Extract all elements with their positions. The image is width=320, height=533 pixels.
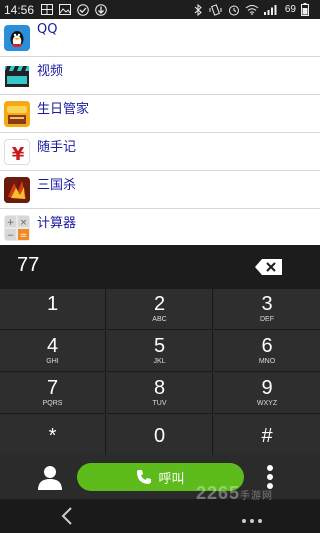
wifi-icon: [245, 3, 259, 16]
app-name: 随手记: [37, 140, 77, 155]
list-item[interactable]: ¥ 随手记: [0, 133, 320, 171]
watermark-main: 2265: [196, 483, 241, 503]
key-digit: 1: [46, 293, 59, 315]
key-digit: 9: [261, 377, 273, 399]
back-icon[interactable]: [60, 507, 74, 525]
key-digit: 3: [261, 293, 273, 315]
svg-text:×: ×: [20, 218, 28, 228]
key-digit: *: [48, 425, 57, 447]
list-item[interactable]: 视频: [0, 57, 320, 95]
calculator-icon: + × − =: [4, 215, 30, 241]
phone-icon: [137, 470, 152, 484]
navigation-bar: 2265手游网: [0, 483, 320, 533]
battery-percent: 69: [284, 4, 296, 15]
app-name: 计算器: [37, 216, 77, 231]
keypad: 1 2 ABC 3 DEF 4 GHI 5 JKL 6 MNO 7 PQRS 8 TUV 9W…: [0, 289, 320, 456]
key-digit: #: [261, 425, 273, 447]
app-name: 三国杀: [37, 178, 77, 193]
key-digit: 8: [153, 377, 166, 399]
key-letters: DEF: [260, 316, 274, 323]
key-4[interactable]: 4 GHI: [0, 331, 106, 372]
sanguosha-icon: [4, 177, 30, 203]
key-digit: 7: [46, 377, 59, 399]
app-list[interactable]: QQ 视频 生日管家 ¥ 随手记 三国杀 + × − = 计算器: [0, 19, 320, 245]
gallery-icon: [40, 3, 54, 16]
status-bar: 14:56 69: [0, 0, 320, 19]
key-digit: 5: [153, 335, 166, 357]
status-time: 14:56: [4, 2, 35, 17]
app-name: QQ: [37, 22, 58, 37]
call-label: 呼叫: [158, 471, 185, 487]
svg-text:+: +: [7, 218, 15, 228]
download-icon: [94, 3, 108, 16]
svg-text:=: =: [20, 231, 28, 241]
key-1[interactable]: 1: [0, 289, 106, 330]
number-display-row: 77: [0, 245, 320, 289]
key-3[interactable]: 3 DEF: [214, 289, 320, 330]
key-letters: WXYZ: [256, 400, 278, 407]
list-item[interactable]: + × − = 计算器: [0, 209, 320, 245]
vibrate-icon: [209, 3, 223, 16]
key-9[interactable]: 9 WXYZ: [214, 373, 320, 414]
image-icon: [58, 3, 72, 16]
list-item[interactable]: 三国杀: [0, 171, 320, 209]
dialed-number: 77: [17, 254, 40, 276]
key-digit: 4: [46, 335, 59, 357]
key-hash[interactable]: #: [214, 415, 320, 456]
birthday-icon: [4, 101, 30, 127]
dialer-panel: 77 1 2 ABC 3 DEF 4 GHI 5 JKL 6 MNO 7 PQRS 8 TUV…: [0, 245, 320, 533]
backspace-icon[interactable]: [254, 258, 284, 276]
key-star[interactable]: *: [0, 415, 106, 456]
key-7[interactable]: 7 PQRS: [0, 373, 106, 414]
yen-icon: ¥: [4, 139, 30, 165]
key-8[interactable]: 8 TUV: [107, 373, 213, 414]
qq-penguin-icon: [4, 25, 30, 51]
key-digit: 0: [153, 425, 166, 447]
watermark-logo: 2265手游网: [196, 483, 273, 504]
bluetooth-icon: [191, 3, 205, 16]
key-6[interactable]: 6 MNO: [214, 331, 320, 372]
svg-text:−: −: [7, 231, 15, 241]
key-letters: PQRS: [42, 400, 63, 407]
key-5[interactable]: 5 JKL: [107, 331, 213, 372]
app-name: 视频: [37, 64, 64, 79]
key-letters: MNO: [258, 358, 276, 365]
key-letters: ABC: [152, 316, 167, 323]
contacts-icon[interactable]: [36, 463, 64, 491]
check-circle-icon: [76, 3, 90, 16]
list-item[interactable]: QQ: [0, 19, 320, 57]
menu-dots-icon[interactable]: [240, 511, 264, 523]
alarm-icon: [227, 3, 241, 16]
key-letters: TUV: [152, 400, 167, 407]
key-2[interactable]: 2 ABC: [107, 289, 213, 330]
app-name: 生日管家: [37, 102, 90, 117]
battery-icon: [298, 3, 312, 16]
signal-icon: [263, 3, 277, 16]
watermark-sub: 手游网: [240, 491, 274, 502]
list-item[interactable]: 生日管家: [0, 95, 320, 133]
key-digit: 2: [153, 293, 166, 315]
video-clapper-icon: [4, 63, 30, 89]
key-letters: JKL: [153, 358, 166, 365]
key-digit: 6: [261, 335, 273, 357]
svg-text:¥: ¥: [12, 144, 25, 165]
key-letters: GHI: [46, 358, 59, 365]
key-0[interactable]: 0: [107, 415, 213, 456]
